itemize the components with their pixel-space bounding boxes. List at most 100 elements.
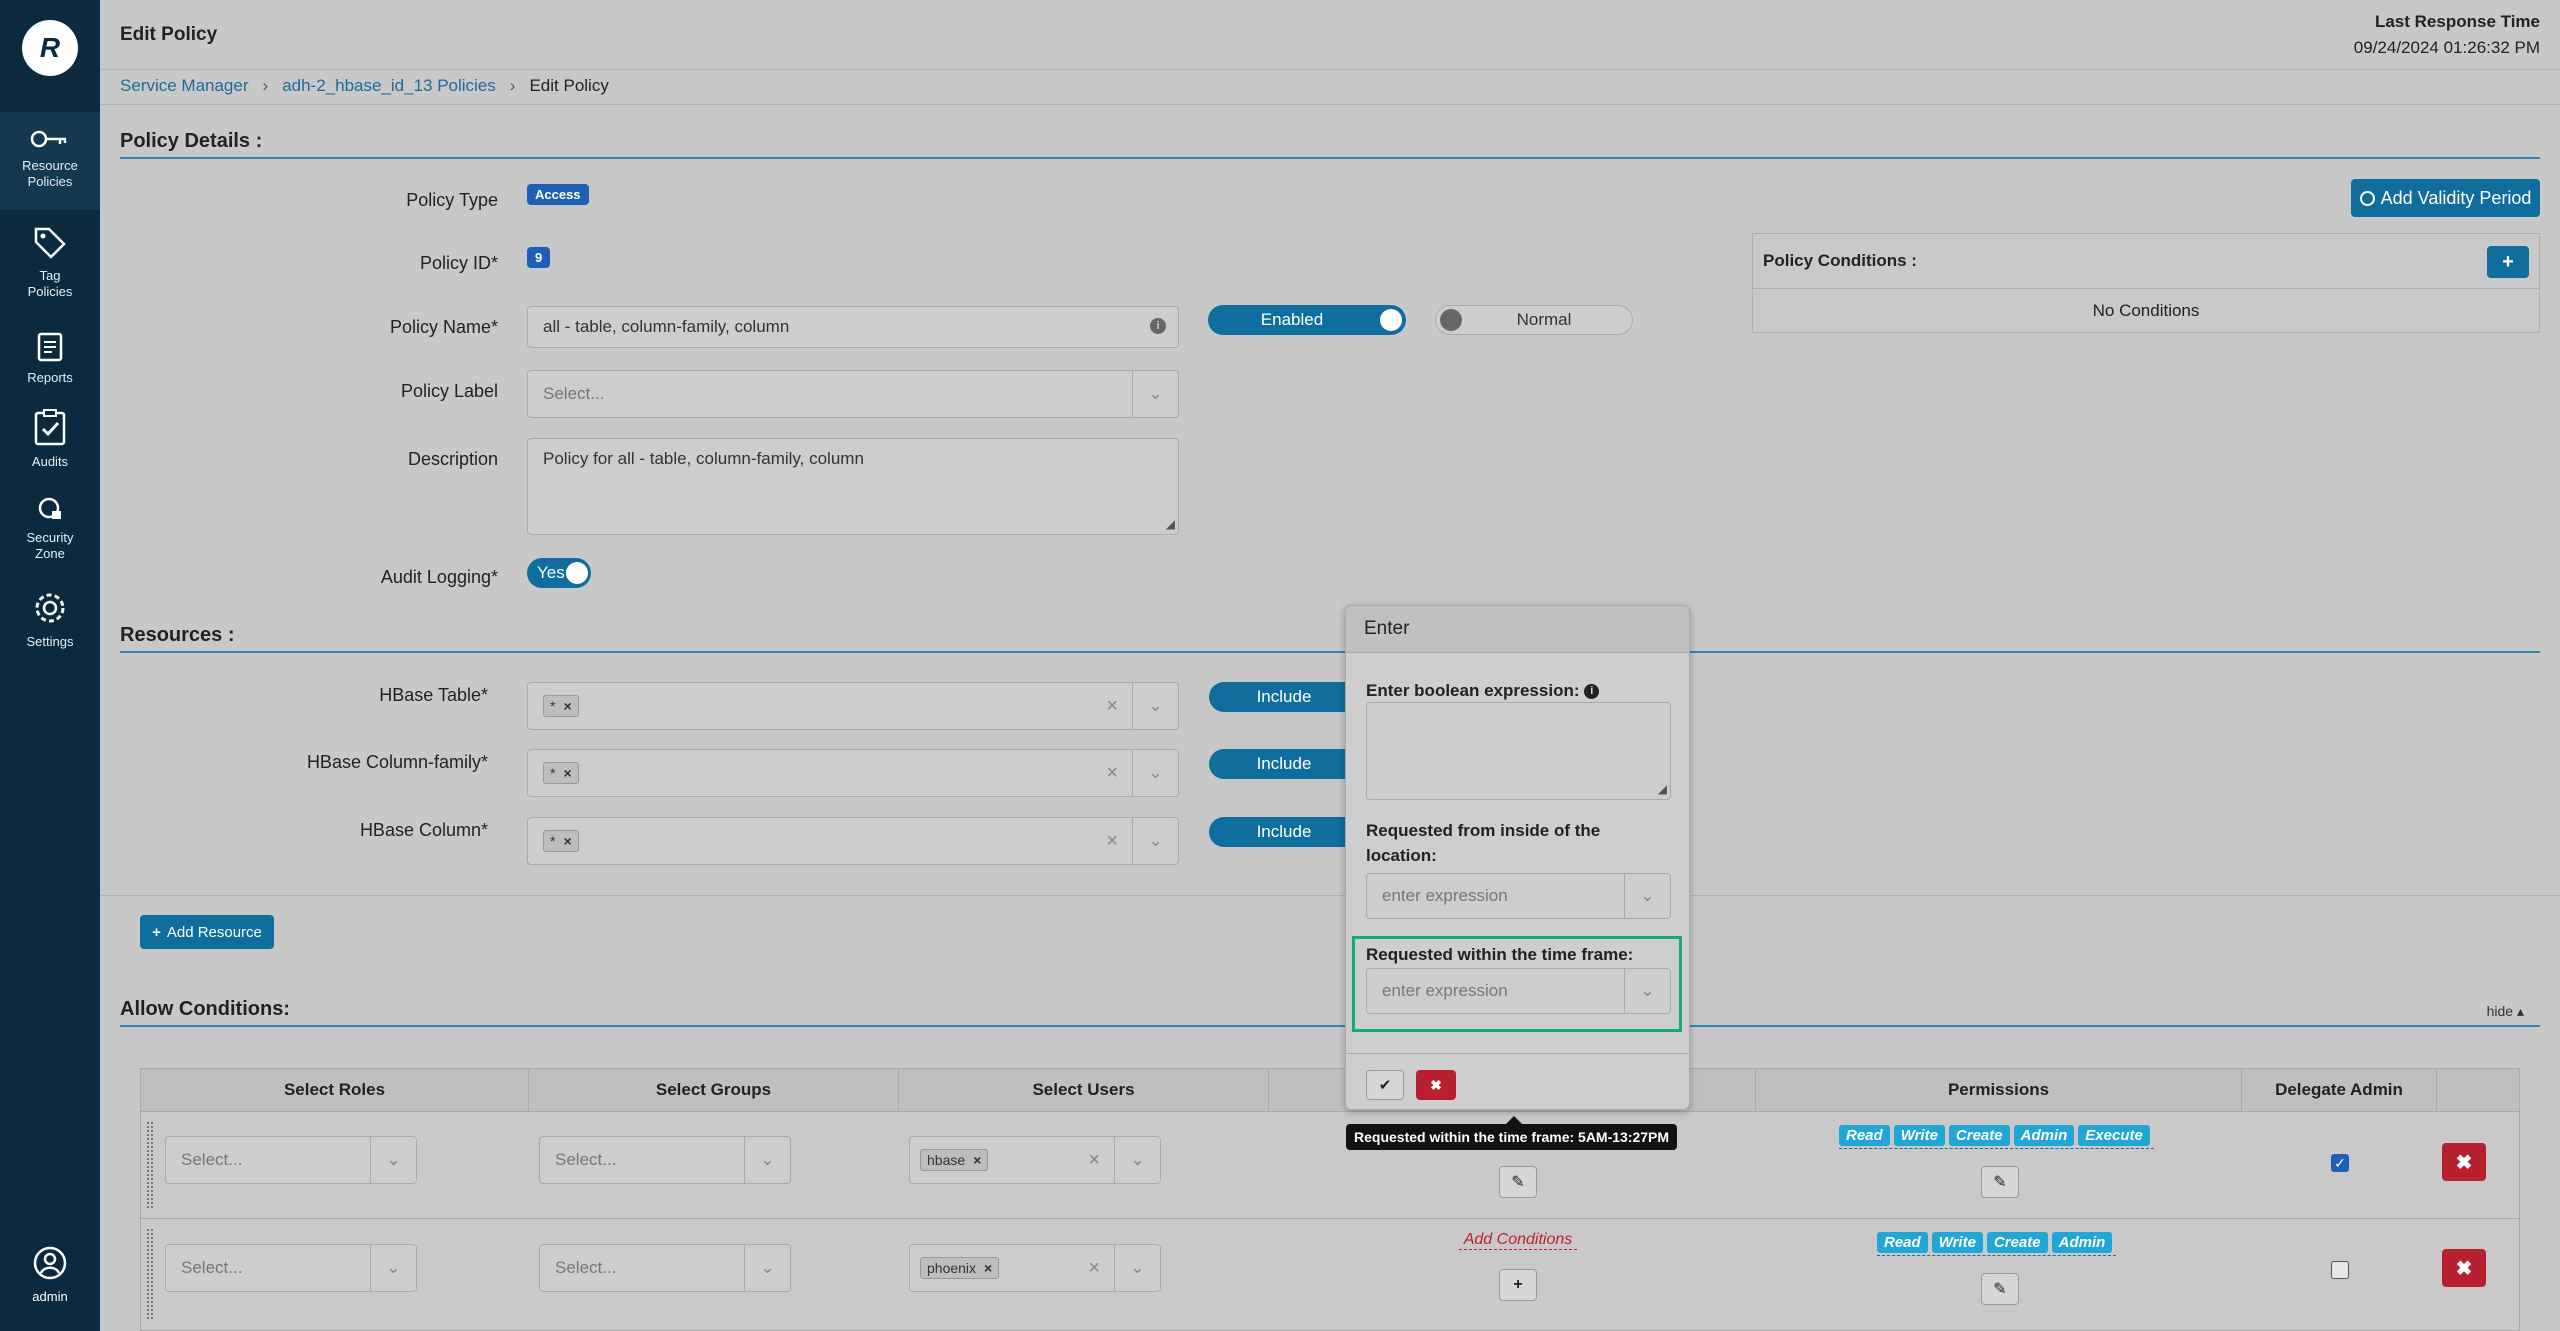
confirm-button[interactable]: ✔ — [1366, 1070, 1404, 1100]
delete-row-button[interactable]: ✖ — [2442, 1249, 2486, 1287]
resize-handle-icon[interactable]: ◢ — [1658, 782, 1667, 796]
sidebar-item-reports[interactable]: Reports — [0, 332, 100, 386]
hide-toggle[interactable]: hide ▴ — [2487, 1003, 2524, 1020]
resize-handle-icon[interactable]: ◢ — [1166, 517, 1175, 531]
delegate-admin-checkbox[interactable] — [2331, 1261, 2349, 1279]
resource-tag: * × — [543, 830, 579, 852]
tag-remove-icon[interactable]: × — [973, 1152, 981, 1168]
hbase-table-select[interactable]: * × × ⌄ — [527, 682, 1179, 730]
chevron-down-icon[interactable]: ⌄ — [1132, 818, 1178, 864]
toggle-knob — [1440, 309, 1462, 331]
chevron-down-icon[interactable]: ⌄ — [370, 1245, 416, 1291]
clock-icon — [2359, 190, 2375, 206]
report-icon — [37, 332, 63, 362]
groups-select[interactable]: Select... ⌄ — [539, 1244, 791, 1292]
lock-zone-icon — [38, 497, 61, 519]
cancel-button[interactable]: ✖ — [1416, 1070, 1456, 1100]
groups-select[interactable]: Select... ⌄ — [539, 1136, 791, 1184]
chevron-down-icon[interactable]: ⌄ — [744, 1245, 790, 1291]
sidebar-item-audits[interactable]: Audits — [0, 408, 100, 470]
tag-remove-icon[interactable]: × — [563, 765, 571, 781]
hbase-column-select[interactable]: * × × ⌄ — [527, 817, 1179, 865]
roles-select[interactable]: Select... ⌄ — [165, 1136, 417, 1184]
chevron-down-icon[interactable]: ⌄ — [370, 1137, 416, 1183]
location-select[interactable]: enter expression ⌄ — [1366, 873, 1671, 919]
edit-permissions-button[interactable]: ✎ — [1981, 1166, 2019, 1198]
chevron-down-icon[interactable]: ⌄ — [1132, 750, 1178, 796]
enabled-toggle[interactable]: Enabled — [1208, 305, 1406, 335]
include-toggle[interactable]: Include — [1209, 749, 1359, 779]
include-toggle[interactable]: Include — [1209, 682, 1359, 712]
delete-row-button[interactable]: ✖ — [2442, 1143, 2486, 1181]
info-icon[interactable]: i — [1584, 684, 1600, 700]
policy-priority-toggle[interactable]: Normal — [1435, 305, 1633, 335]
breadcrumb: Service Manager › adh-2_hbase_id_13 Poli… — [120, 76, 609, 96]
pencil-icon: ✎ — [1511, 1174, 1525, 1191]
drag-handle-icon[interactable] — [147, 1122, 153, 1208]
ranger-logo[interactable]: R — [22, 20, 78, 76]
sidebar-item-tag-policies[interactable]: Tag Policies — [0, 226, 100, 300]
timeframe-select[interactable]: enter expression ⌄ — [1366, 968, 1671, 1014]
breadcrumb-policies[interactable]: adh-2_hbase_id_13 Policies — [282, 76, 496, 96]
chevron-down-icon[interactable]: ⌄ — [1132, 683, 1178, 729]
add-resource-button[interactable]: + Add Resource — [140, 915, 274, 949]
chevron-down-icon[interactable]: ⌄ — [1114, 1245, 1160, 1291]
policy-label-select[interactable]: Select... ⌄ — [527, 370, 1179, 418]
permissions-list[interactable]: Read Write Create Admin — [1877, 1231, 2117, 1256]
edit-conditions-button[interactable]: ✎ — [1499, 1166, 1537, 1198]
audit-logging-toggle[interactable]: Yes — [527, 558, 591, 588]
chevron-down-icon[interactable]: ⌄ — [1114, 1137, 1160, 1183]
description-textarea[interactable]: Policy for all - table, column-family, c… — [527, 438, 1179, 535]
include-toggle[interactable]: Include — [1209, 817, 1359, 847]
drag-handle-icon[interactable] — [147, 1229, 153, 1319]
permission-create: Create — [1986, 1232, 2048, 1253]
clear-icon[interactable]: × — [1106, 695, 1118, 718]
info-icon[interactable]: i — [1150, 318, 1166, 334]
policy-conditions-header: Policy Conditions : + — [1753, 234, 2539, 289]
tag-remove-icon[interactable]: × — [984, 1260, 992, 1276]
clear-icon[interactable]: × — [1088, 1257, 1100, 1280]
policy-details-title: Policy Details : — [120, 130, 263, 152]
chevron-down-icon[interactable]: ⌄ — [1132, 371, 1178, 417]
permission-create: Create — [1948, 1125, 2010, 1146]
clear-icon[interactable]: × — [1106, 830, 1118, 853]
user-menu[interactable]: admin — [0, 1245, 100, 1304]
breadcrumb-service-manager[interactable]: Service Manager — [120, 76, 249, 96]
hbase-column-family-select[interactable]: * × × ⌄ — [527, 749, 1179, 797]
delegate-admin-checkbox[interactable]: ✓ — [2331, 1154, 2349, 1172]
resources-title: Resources : — [120, 624, 235, 646]
add-conditions-button[interactable]: + — [1499, 1269, 1537, 1301]
toggle-knob — [566, 562, 588, 584]
sidebar-item-security-zone[interactable]: Security Zone — [0, 496, 100, 562]
chevron-down-icon[interactable]: ⌄ — [1624, 969, 1670, 1013]
chevron-down-icon[interactable]: ⌄ — [744, 1137, 790, 1183]
edit-permissions-button[interactable]: ✎ — [1981, 1273, 2019, 1305]
sidebar-item-settings[interactable]: Settings — [0, 590, 100, 650]
users-select[interactable]: hbase × × ⌄ — [909, 1136, 1161, 1184]
column-header-delegate-admin: Delegate Admin — [2241, 1068, 2437, 1112]
clear-icon[interactable]: × — [1088, 1149, 1100, 1172]
roles-select[interactable]: Select... ⌄ — [165, 1244, 417, 1292]
timeframe-label: Requested within the time frame: — [1366, 945, 1634, 964]
key-icon — [30, 130, 67, 148]
add-validity-period-button[interactable]: Add Validity Period — [2351, 179, 2540, 217]
clear-icon[interactable]: × — [1106, 762, 1118, 785]
policy-type-label: Policy Type — [406, 190, 498, 210]
policy-type-badge: Access — [527, 184, 589, 205]
caret-up-icon: ▴ — [2516, 1003, 2524, 1019]
close-icon: ✖ — [2455, 1151, 2473, 1174]
page-title: Edit Policy — [120, 24, 218, 45]
add-conditions-link[interactable]: Add Conditions — [1459, 1231, 1577, 1250]
chevron-down-icon[interactable]: ⌄ — [1624, 874, 1670, 918]
tag-remove-icon[interactable]: × — [563, 833, 571, 849]
permissions-list[interactable]: Read Write Create Admin Execute — [1839, 1124, 2154, 1149]
user-tag: hbase × — [920, 1149, 989, 1171]
users-select[interactable]: phoenix × × ⌄ — [909, 1244, 1161, 1292]
boolean-expression-textarea[interactable]: ◢ — [1366, 702, 1671, 800]
hbase-column-family-label: HBase Column-family* — [306, 752, 488, 772]
policy-name-input[interactable]: all - table, column-family, column i — [527, 306, 1179, 348]
sidebar-item-resource-policies[interactable]: Resource Policies — [0, 112, 100, 210]
tag-remove-icon[interactable]: × — [563, 698, 571, 714]
add-condition-button[interactable]: + — [2487, 246, 2529, 278]
resource-tag: * × — [543, 695, 579, 717]
